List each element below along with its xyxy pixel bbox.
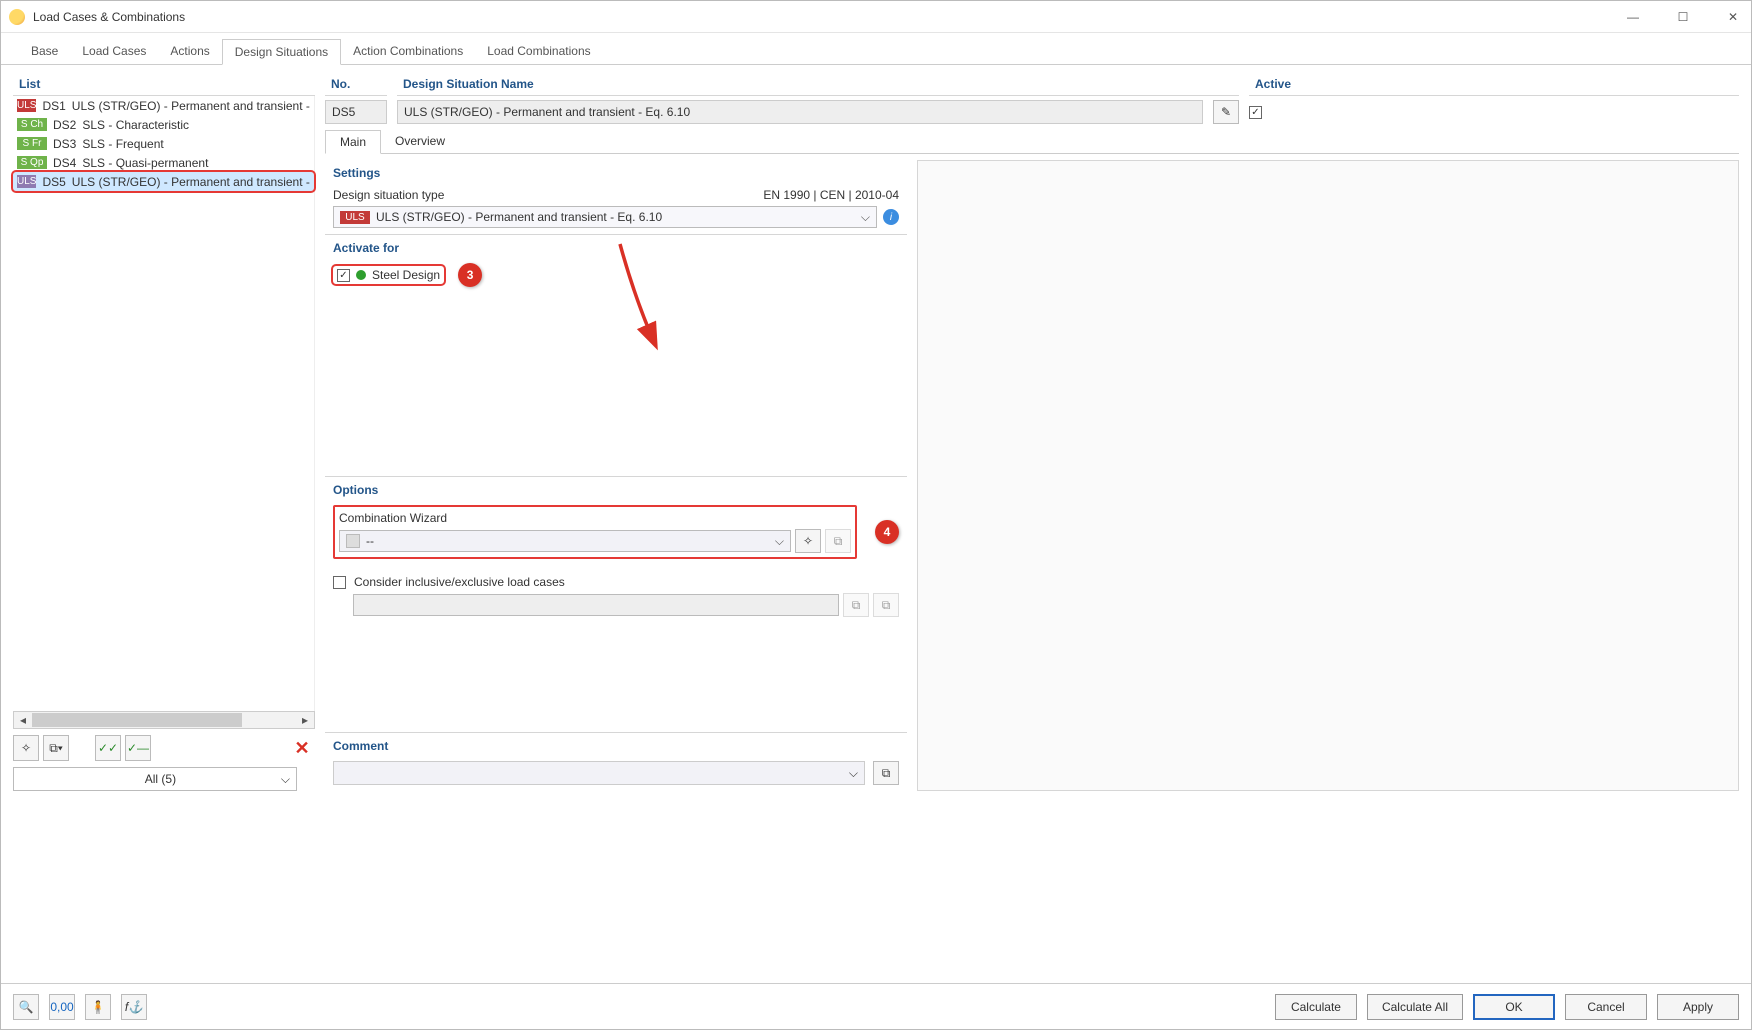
ok-button[interactable]: OK bbox=[1473, 994, 1555, 1020]
list-code: DS5 bbox=[42, 175, 65, 189]
chevron-down-icon: ⌵ bbox=[849, 766, 858, 781]
tab-base[interactable]: Base bbox=[19, 39, 70, 64]
steel-design-label: Steel Design bbox=[372, 268, 440, 282]
name-field[interactable]: ULS (STR/GEO) - Permanent and transient … bbox=[397, 100, 1203, 124]
minimize-icon[interactable]: ― bbox=[1623, 7, 1643, 27]
list-item[interactable]: ULS DS1 ULS (STR/GEO) - Permanent and tran… bbox=[13, 96, 314, 115]
formula-icon[interactable]: f⚓ bbox=[121, 994, 147, 1020]
list-filter-combo[interactable]: All (5) ⌵ bbox=[13, 767, 297, 791]
list-text: SLS - Quasi-permanent bbox=[82, 156, 208, 170]
list-text: SLS - Characteristic bbox=[82, 118, 189, 132]
list-filter-value: All (5) bbox=[145, 772, 176, 786]
scroll-right-icon[interactable]: ▸ bbox=[296, 713, 314, 727]
close-icon[interactable]: ✕ bbox=[1723, 7, 1743, 27]
list-badge: S Ch bbox=[17, 118, 47, 131]
units-icon[interactable]: 0,00 bbox=[49, 994, 75, 1020]
no-field[interactable]: DS5 bbox=[325, 100, 387, 124]
app-icon bbox=[9, 9, 25, 25]
design-situation-type-combo[interactable]: ULS ULS (STR/GEO) - Permanent and transi… bbox=[333, 206, 877, 228]
list-code: DS3 bbox=[53, 137, 76, 151]
maximize-icon[interactable]: ☐ bbox=[1673, 7, 1693, 27]
search-icon[interactable]: 🔍 bbox=[13, 994, 39, 1020]
steel-design-checkbox[interactable]: ✓ bbox=[337, 269, 350, 282]
subtab-overview[interactable]: Overview bbox=[381, 130, 459, 153]
select-all-button[interactable]: ✓✓ bbox=[95, 735, 121, 761]
chevron-down-icon: ⌵ bbox=[775, 534, 784, 549]
list-badge: S Fr bbox=[17, 137, 47, 150]
list-badge: ULS bbox=[17, 175, 36, 188]
active-checkbox[interactable]: ✓ bbox=[1249, 106, 1262, 119]
comment-field[interactable]: ⌵ bbox=[333, 761, 865, 785]
design-situation-type-label: Design situation type bbox=[333, 188, 444, 202]
subtab-main[interactable]: Main bbox=[325, 130, 381, 154]
cancel-button[interactable]: Cancel bbox=[1565, 994, 1647, 1020]
tab-load-combinations[interactable]: Load Combinations bbox=[475, 39, 602, 64]
chevron-down-icon: ⌵ bbox=[861, 210, 870, 225]
chevron-down-icon: ⌵ bbox=[281, 772, 290, 787]
settings-title: Settings bbox=[333, 166, 899, 180]
uls-badge: ULS bbox=[340, 211, 370, 224]
tab-load-cases[interactable]: Load Cases bbox=[70, 39, 158, 64]
callout-3: 3 bbox=[458, 263, 482, 287]
active-label: Active bbox=[1249, 73, 1739, 96]
preview-panel bbox=[917, 160, 1739, 791]
wizard-new-button[interactable]: ✧ bbox=[795, 529, 821, 553]
window-title: Load Cases & Combinations bbox=[33, 10, 185, 24]
options-title: Options bbox=[333, 483, 899, 497]
combination-wizard-combo[interactable]: -- ⌵ bbox=[339, 530, 791, 552]
callout-4: 4 bbox=[875, 520, 899, 544]
consider-cases-combo bbox=[353, 594, 839, 616]
scroll-left-icon[interactable]: ◂ bbox=[14, 713, 32, 727]
list-badge: S Qp bbox=[17, 156, 47, 169]
info-icon[interactable]: i bbox=[883, 209, 899, 225]
consider-new-button[interactable]: ⧉ bbox=[843, 593, 869, 617]
consider-cases-checkbox[interactable] bbox=[333, 576, 346, 589]
tab-action-combinations[interactable]: Action Combinations bbox=[341, 39, 475, 64]
name-label: Design Situation Name bbox=[397, 73, 1239, 96]
calculate-all-button[interactable]: Calculate All bbox=[1367, 994, 1463, 1020]
wizard-color-swatch bbox=[346, 534, 360, 548]
main-tabbar: BaseLoad CasesActionsDesign SituationsAc… bbox=[1, 37, 1751, 65]
list-badge: ULS bbox=[17, 99, 36, 112]
wizard-edit-button[interactable]: ⧉ bbox=[825, 529, 851, 553]
comment-title: Comment bbox=[333, 739, 899, 753]
tab-design-situations[interactable]: Design Situations bbox=[222, 39, 341, 65]
list-item[interactable]: S Qp DS4 SLS - Quasi-permanent bbox=[13, 153, 314, 172]
list-code: DS4 bbox=[53, 156, 76, 170]
delete-button[interactable]: ✕ bbox=[289, 735, 315, 761]
list-code: DS2 bbox=[53, 118, 76, 132]
list-text: ULS (STR/GEO) - Permanent and transient … bbox=[72, 99, 314, 113]
steel-dot-icon bbox=[356, 270, 366, 280]
list-code: DS1 bbox=[42, 99, 65, 113]
list-header: List bbox=[13, 73, 315, 96]
combination-wizard-label: Combination Wizard bbox=[339, 511, 851, 525]
new-item-button[interactable]: ✧ bbox=[13, 735, 39, 761]
scroll-thumb[interactable] bbox=[32, 713, 242, 727]
deselect-all-button[interactable]: ✓― bbox=[125, 735, 151, 761]
no-label: No. bbox=[325, 73, 387, 96]
list-item[interactable]: S Ch DS2 SLS - Characteristic bbox=[13, 115, 314, 134]
calculate-button[interactable]: Calculate bbox=[1275, 994, 1357, 1020]
list-item[interactable]: ULS DS5 ULS (STR/GEO) - Permanent and tran… bbox=[13, 172, 314, 191]
design-situations-list[interactable]: ULS DS1 ULS (STR/GEO) - Permanent and tran… bbox=[13, 96, 315, 711]
duplicate-item-button[interactable]: ⧉▾ bbox=[43, 735, 69, 761]
consider-cases-label: Consider inclusive/exclusive load cases bbox=[354, 575, 565, 589]
standard-text: EN 1990 | CEN | 2010-04 bbox=[763, 188, 899, 202]
consider-edit-button[interactable]: ⧉ bbox=[873, 593, 899, 617]
list-text: SLS - Frequent bbox=[82, 137, 163, 151]
edit-name-button[interactable]: ✎ bbox=[1213, 100, 1239, 124]
tab-actions[interactable]: Actions bbox=[158, 39, 221, 64]
comment-library-button[interactable]: ⧉ bbox=[873, 761, 899, 785]
list-item[interactable]: S Fr DS3 SLS - Frequent bbox=[13, 134, 314, 153]
list-text: ULS (STR/GEO) - Permanent and transient … bbox=[72, 175, 314, 189]
object-icon[interactable]: 🧍 bbox=[85, 994, 111, 1020]
sub-tabbar: MainOverview bbox=[325, 130, 1739, 154]
activate-for-title: Activate for bbox=[333, 241, 899, 255]
apply-button[interactable]: Apply bbox=[1657, 994, 1739, 1020]
list-horizontal-scrollbar[interactable]: ◂ ▸ bbox=[13, 711, 315, 729]
